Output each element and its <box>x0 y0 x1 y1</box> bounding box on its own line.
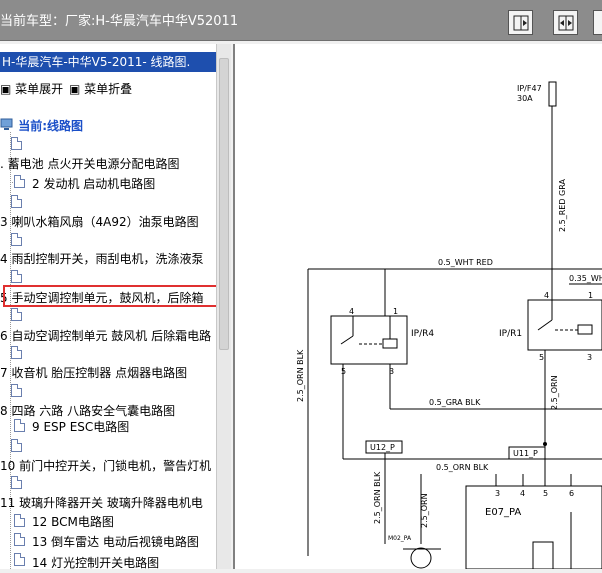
document-icon <box>14 514 25 527</box>
document-icon <box>11 195 22 208</box>
document-icon <box>11 137 22 150</box>
tree-item[interactable]: 11 玻璃升降器开关 玻璃升降器电机电 <box>0 494 203 511</box>
wiring-diagram[interactable]: IP/F47 30A 2.5_RED GRA 0.5_WHT RED 0.35_… <box>233 44 602 570</box>
title-bar: 当前车型：厂家:H-华晨汽车中华V52011 <box>0 0 602 41</box>
svg-text:4: 4 <box>520 489 525 498</box>
svg-text:3: 3 <box>587 353 592 362</box>
tree-item[interactable]: 10 前门中控开关，门锁电机，警告灯机 <box>0 457 211 474</box>
tree-item[interactable]: 12 BCM电路图 <box>32 513 114 530</box>
current-node[interactable]: 当前:线路图 <box>0 117 83 134</box>
svg-text:U11_P: U11_P <box>513 449 538 458</box>
fuse-label: IP/F47 <box>517 84 542 93</box>
svg-text:U12_P: U12_P <box>370 443 395 452</box>
fuse-rating: 30A <box>517 94 533 103</box>
svg-text:5: 5 <box>539 353 544 362</box>
relay-label: IP/R1 <box>499 329 522 339</box>
current-node-label: 当前:线路图 <box>18 119 83 133</box>
tree-item[interactable]: 14 灯光控制开关电路图 <box>32 554 159 569</box>
document-icon <box>11 476 22 489</box>
wire-label: 2.5_ORN <box>420 493 429 528</box>
menu-collapse-button[interactable]: ▣ 菜单折叠 <box>69 80 132 97</box>
document-icon <box>14 175 25 188</box>
next-panel-button[interactable] <box>593 10 602 35</box>
tree-item[interactable]: 8 四路 六路 八路安全气囊电路图 <box>0 402 175 419</box>
panel-right-icon <box>513 15 528 30</box>
document-icon <box>14 553 25 566</box>
fuse-symbol <box>548 81 557 107</box>
tree-item[interactable]: 2 发动机 启动机电路图 <box>32 175 155 192</box>
document-icon <box>11 439 22 452</box>
wiring-diagram-svg: IP/F47 30A 2.5_RED GRA 0.5_WHT RED 0.35_… <box>233 44 602 570</box>
wire-label: 0.5_ORN BLK <box>436 463 489 472</box>
svg-text:4: 4 <box>544 291 549 300</box>
wire-label: 2.5_ORN BLK <box>296 349 305 402</box>
document-icon <box>11 346 22 359</box>
document-icon <box>14 419 25 432</box>
menu-expand-label: 菜单展开 <box>15 82 64 96</box>
document-icon <box>11 233 22 246</box>
split-panel-button[interactable] <box>553 10 578 35</box>
document-icon <box>11 384 22 397</box>
computer-icon <box>0 118 13 130</box>
document-icon <box>11 270 22 283</box>
scrollbar-thumb[interactable] <box>219 58 229 350</box>
svg-text:1: 1 <box>393 307 398 316</box>
svg-text:3: 3 <box>495 489 500 498</box>
wire-label: 2.5_ORN BLK <box>373 471 382 524</box>
relay-label: IP/R4 <box>411 329 434 339</box>
tree-item[interactable]: . 蓄电池 点火开关电源分配电路图 <box>0 155 179 172</box>
bullet-icon: ▣ <box>69 82 85 96</box>
tree-item[interactable]: 4 雨刮控制开关，雨刮电机，洗涤液泵 <box>0 250 203 267</box>
svg-text:4: 4 <box>349 307 354 316</box>
document-icon <box>14 533 25 546</box>
svg-text:M02_PA: M02_PA <box>388 535 412 542</box>
svg-text:5: 5 <box>543 489 548 498</box>
vehicle-title: 当前车型：厂家:H-华晨汽车中华V52011 <box>0 14 239 29</box>
wire-label: 0.35_WH <box>569 274 602 283</box>
tree-header: H-华晨汽车-中华V5-2011- 线路图. <box>0 52 216 72</box>
svg-text:5: 5 <box>341 367 346 376</box>
expand-panel-button[interactable] <box>508 10 533 35</box>
connector-label: E07_PA <box>485 507 521 518</box>
tree-item[interactable]: 3 喇叭水箱风扇（4A92）油泵电路图 <box>0 213 199 230</box>
tree-item[interactable]: 6 自动空调控制单元 鼓风机 后除霜电路 <box>0 327 211 344</box>
tree-item[interactable]: 13 倒车雷达 电动后视镜电路图 <box>32 533 199 550</box>
tree-item[interactable]: 7 收音机 胎压控制器 点烟器电路图 <box>0 364 187 381</box>
svg-text:1: 1 <box>588 291 593 300</box>
selection-highlight <box>3 285 230 307</box>
wire-label: 2.5_RED GRA <box>558 179 567 232</box>
wire-label: 2.5_ORN <box>550 375 559 410</box>
panel-split-icon <box>558 15 573 30</box>
menu-collapse-label: 菜单折叠 <box>84 82 133 96</box>
svg-text:6: 6 <box>569 489 574 498</box>
menu-expand-button[interactable]: ▣ 菜单展开 <box>0 80 63 97</box>
wire-label: 0.5_WHT RED <box>438 258 493 267</box>
tree-item[interactable]: 9 ESP ESC电路图 <box>32 418 129 435</box>
document-icon <box>11 308 22 321</box>
wire-label: 0.5_GRA BLK <box>429 398 481 407</box>
bullet-icon: ▣ <box>0 82 16 96</box>
